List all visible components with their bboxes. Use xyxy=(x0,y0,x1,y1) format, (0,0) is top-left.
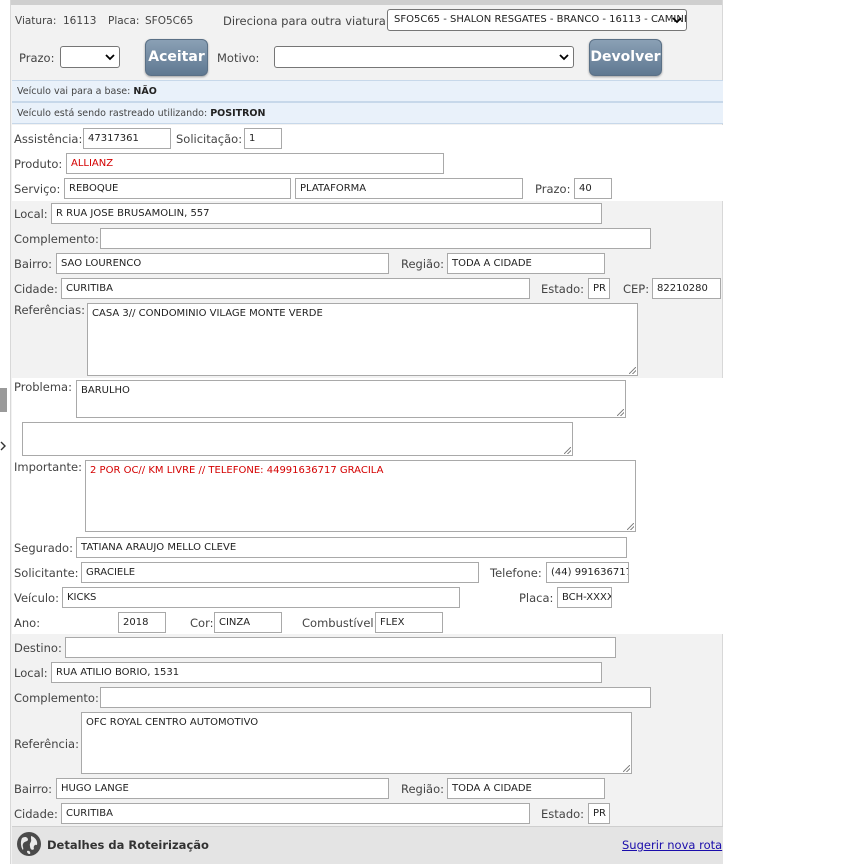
roteirizacao-title: Detalhes da Roteirização xyxy=(47,838,209,852)
placa-value: SFO5C65 xyxy=(145,15,194,27)
destino-complemento-field[interactable] xyxy=(100,687,651,708)
local-label: Local: xyxy=(14,207,48,221)
destino-regiao-label: Região: xyxy=(401,782,445,796)
info-rastreio: Veículo está sendo rastreado utilizando:… xyxy=(12,102,723,124)
bairro-field[interactable]: SAO LOURENCO xyxy=(56,253,389,274)
importante-label: Importante: xyxy=(14,460,82,474)
direciona-viatura-select[interactable]: SFO5C65 - SHALON RESGATES - BRANCO - 161… xyxy=(387,9,687,31)
roteirizacao-header: Detalhes da Roteirização Sugerir nova ro… xyxy=(12,826,723,864)
side-panel-handle[interactable] xyxy=(0,388,7,412)
local-field[interactable]: R RUA JOSE BRUSAMOLIN, 557 xyxy=(51,203,602,224)
veiculo-label: Veículo: xyxy=(14,591,59,605)
solicitante-label: Solicitante: xyxy=(14,566,79,580)
destino-regiao-field[interactable]: TODA A CIDADE xyxy=(447,778,605,799)
chevron-down-icon xyxy=(559,54,569,61)
segurado-label: Segurado: xyxy=(14,541,73,555)
destino-cidade-field[interactable]: CURITIBA xyxy=(61,803,530,824)
destino-estado-label: Estado: xyxy=(541,807,585,821)
produto-label: Produto: xyxy=(14,157,63,171)
prazo-select[interactable] xyxy=(60,46,120,68)
aceitar-button[interactable]: Aceitar xyxy=(145,39,208,76)
combustivel-field[interactable]: FLEX xyxy=(375,612,443,633)
info-base-value: NÃO xyxy=(133,86,157,97)
complemento-field[interactable] xyxy=(100,228,651,249)
cidade-field[interactable]: CURITIBA xyxy=(61,278,530,299)
solicitacao-label: Solicitação: xyxy=(176,132,243,146)
prazo-header-label: Prazo: xyxy=(19,51,55,65)
observacao-textarea[interactable] xyxy=(22,422,573,456)
motivo-select[interactable] xyxy=(274,46,574,68)
destino-label: Destino: xyxy=(14,641,62,655)
attendance-panel: Viatura: 16113 Placa: SFO5C65 Direciona … xyxy=(10,0,723,864)
produto-field[interactable]: ALLIANZ xyxy=(66,153,444,174)
telefone-field[interactable]: (44) 991636717 xyxy=(546,562,629,583)
info-base-text: Veículo vai para a base: xyxy=(17,86,131,97)
cor-field[interactable]: CINZA xyxy=(214,612,282,633)
veiculo-field[interactable]: KICKS xyxy=(62,587,460,608)
servico-label: Serviço: xyxy=(14,182,61,196)
regiao-field[interactable]: TODA A CIDADE xyxy=(447,253,605,274)
ano-label: Ano: xyxy=(14,616,41,630)
destino-local-field[interactable]: RUA ATILIO BORIO, 1531 xyxy=(51,662,602,683)
top-border xyxy=(11,0,722,5)
cep-label: CEP: xyxy=(623,282,650,296)
destino-local-label: Local: xyxy=(14,666,48,680)
info-base: Veículo vai para a base: NÃO xyxy=(12,80,723,102)
cidade-label: Cidade: xyxy=(14,282,58,296)
direciona-viatura-value: SFO5C65 - SHALON RESGATES - BRANCO - 161… xyxy=(394,14,687,25)
chevron-down-icon xyxy=(672,17,682,24)
sugerir-rota-link[interactable]: Sugerir nova rota xyxy=(622,838,722,852)
destino-bairro-label: Bairro: xyxy=(14,782,53,796)
placa-field[interactable]: BCH-XXXX xyxy=(557,587,612,608)
problema-textarea[interactable]: BARULHO xyxy=(76,380,626,418)
referencias-textarea[interactable]: CASA 3// CONDOMINIO VILAGE MONTE VERDE xyxy=(87,303,638,376)
complemento-label: Complemento: xyxy=(14,232,99,246)
destino-estado-field[interactable]: PR xyxy=(588,803,610,824)
solicitacao-field[interactable]: 1 xyxy=(244,128,282,149)
direciona-label: Direciona para outra viatura: xyxy=(223,14,390,28)
destino-field[interactable] xyxy=(65,637,616,658)
cep-field[interactable]: 82210280 xyxy=(652,278,721,299)
placa-label: Placa: xyxy=(519,591,554,605)
servico-field[interactable]: REBOQUE xyxy=(64,178,291,199)
destino-complemento-label: Complemento: xyxy=(14,691,99,705)
info-rastreio-value: POSITRON xyxy=(210,108,266,119)
viatura-value: 16113 xyxy=(63,15,97,27)
assistencia-label: Assistência: xyxy=(14,132,83,146)
destino-bairro-field[interactable]: HUGO LANGE xyxy=(56,778,389,799)
telefone-label: Telefone: xyxy=(490,566,542,580)
referencias-label: Referências: xyxy=(14,303,85,317)
combustivel-label: Combustível: xyxy=(302,616,378,630)
destino-cidade-label: Cidade: xyxy=(14,807,58,821)
viatura-label: Viatura: xyxy=(15,15,57,27)
bairro-label: Bairro: xyxy=(14,257,53,271)
prazo-label: Prazo: xyxy=(535,182,571,196)
regiao-label: Região: xyxy=(401,257,445,271)
cor-label: Cor: xyxy=(190,616,214,630)
chevron-down-icon xyxy=(105,54,115,61)
importante-textarea[interactable]: 2 POR OC// KM LIVRE // TELEFONE: 4499163… xyxy=(85,460,636,532)
destino-referencia-label: Referência: xyxy=(14,737,79,751)
globe-icon xyxy=(17,832,41,856)
ano-field[interactable]: 2018 xyxy=(118,612,166,633)
destino-referencia-textarea[interactable]: OFC ROYAL CENTRO AUTOMOTIVO xyxy=(81,712,632,774)
placa-label: Placa: xyxy=(108,15,140,27)
estado-label: Estado: xyxy=(541,282,585,296)
devolver-button[interactable]: Devolver xyxy=(589,39,662,76)
solicitante-field[interactable]: GRACIELE xyxy=(81,562,479,583)
estado-field[interactable]: PR xyxy=(588,278,610,299)
info-rastreio-text: Veículo está sendo rastreado utilizando: xyxy=(17,108,208,119)
prazo-field[interactable]: 40 xyxy=(574,178,612,199)
motivo-label: Motivo: xyxy=(217,51,260,65)
problema-label: Problema: xyxy=(14,380,72,394)
chevron-right-icon[interactable] xyxy=(0,441,6,451)
assistencia-field[interactable]: 47317361 xyxy=(83,128,171,149)
servico-tipo-field[interactable]: PLATAFORMA xyxy=(295,178,523,199)
segurado-field[interactable]: TATIANA ARAUJO MELLO CLEVE xyxy=(76,537,627,558)
